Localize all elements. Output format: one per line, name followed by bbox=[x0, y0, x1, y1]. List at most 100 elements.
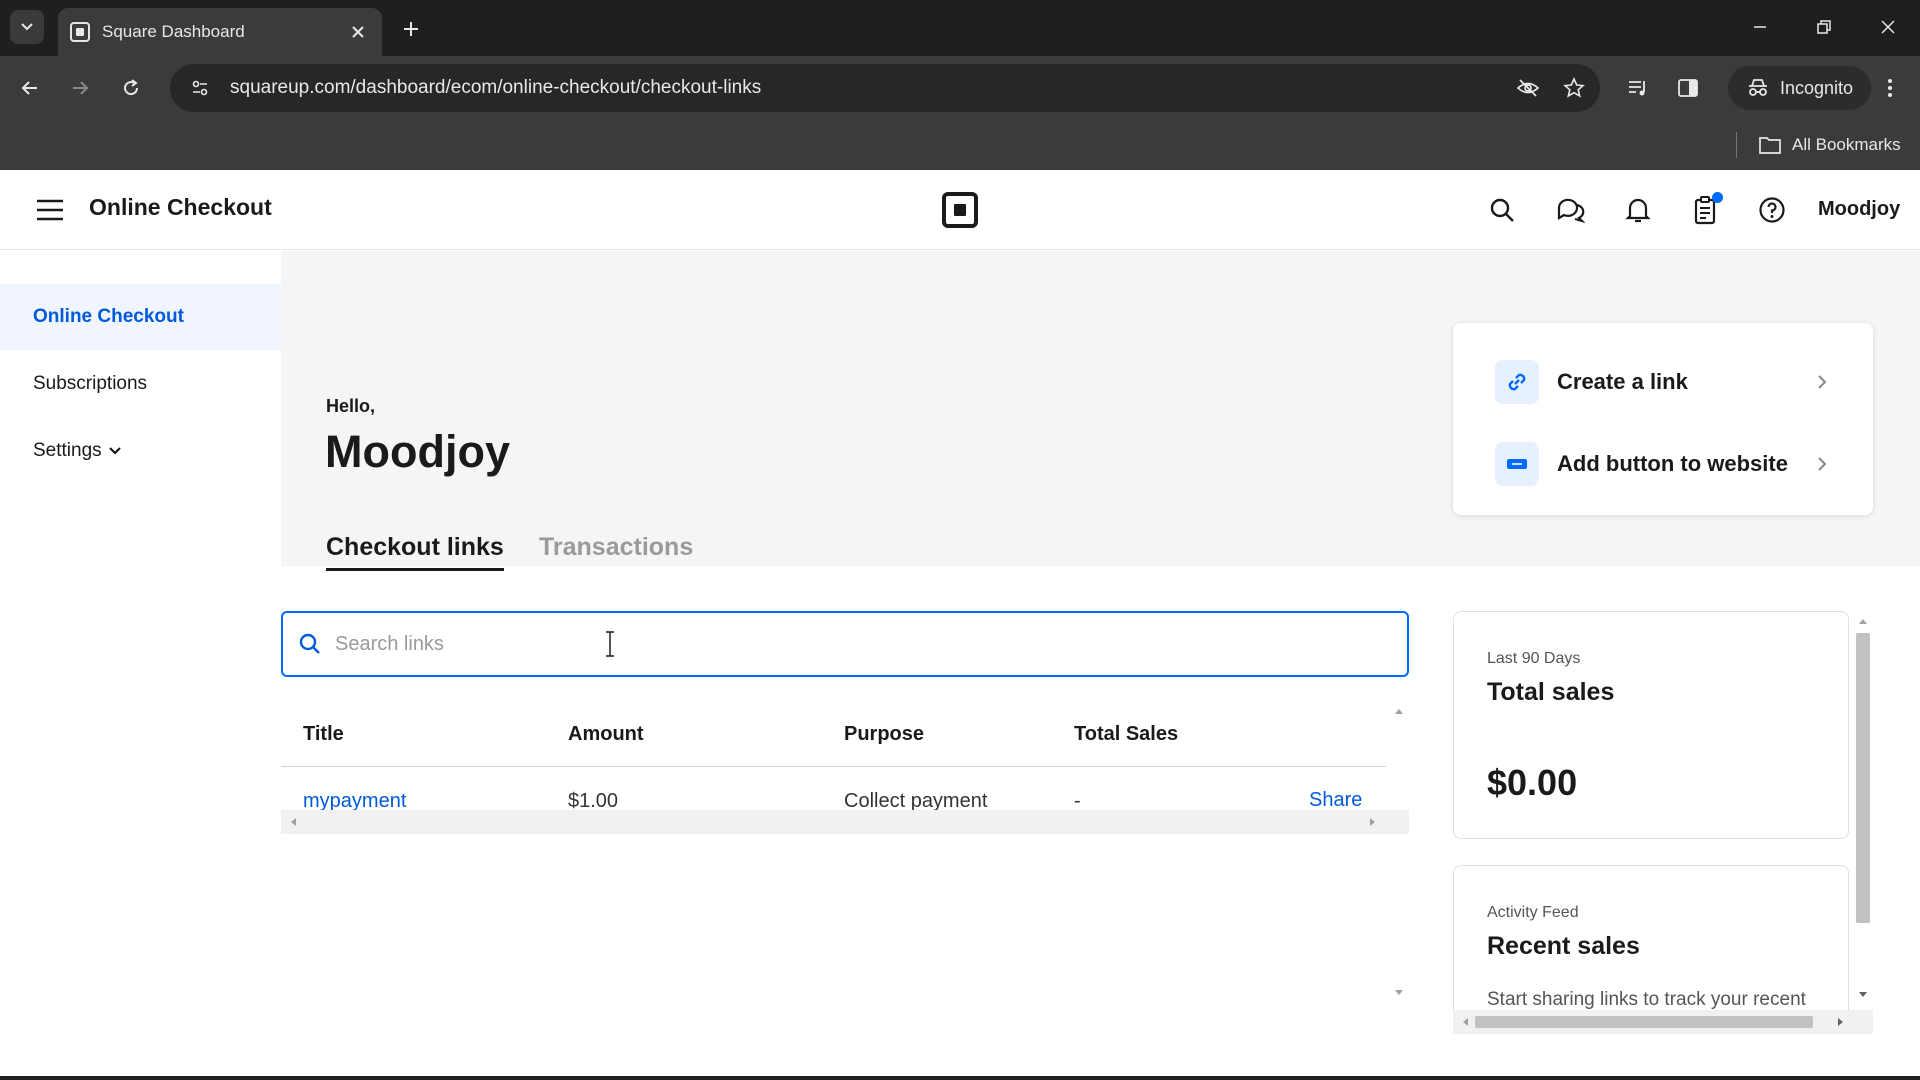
arrow-left-icon bbox=[21, 81, 37, 95]
account-menu[interactable]: Moodjoy bbox=[1818, 198, 1900, 221]
back-button[interactable] bbox=[10, 68, 50, 108]
plus-icon bbox=[404, 22, 418, 36]
site-settings-icon[interactable] bbox=[180, 68, 220, 108]
table-header: Title Amount Purpose Total Sales bbox=[281, 701, 1386, 767]
all-bookmarks-label: All Bookmarks bbox=[1792, 135, 1901, 154]
browser-menu-button[interactable] bbox=[1870, 68, 1910, 108]
forward-button[interactable] bbox=[60, 68, 100, 108]
media-controls-button[interactable] bbox=[1618, 68, 1658, 108]
table-vertical-scrollbar[interactable] bbox=[1388, 701, 1409, 1011]
activity-text: Start sharing links to track your recent bbox=[1487, 989, 1806, 1010]
sidebar-item-settings[interactable]: Settings bbox=[0, 418, 281, 484]
star-icon[interactable] bbox=[1554, 68, 1594, 108]
hamburger-icon bbox=[37, 199, 63, 221]
sidebar-item-label: Subscriptions bbox=[33, 373, 148, 394]
help-button[interactable] bbox=[1752, 190, 1792, 230]
minimize-icon bbox=[1754, 26, 1766, 28]
side-panel-icon bbox=[1678, 79, 1698, 97]
incognito-label: Incognito bbox=[1780, 77, 1854, 98]
hero-section: Hello, Moodjoy Checkout links Transactio… bbox=[281, 251, 1920, 571]
tab-checkout-links[interactable]: Checkout links bbox=[326, 533, 504, 571]
search-button[interactable] bbox=[1482, 190, 1522, 230]
minimize-button[interactable] bbox=[1740, 10, 1780, 44]
sidebar-item-online-checkout[interactable]: Online Checkout bbox=[0, 284, 281, 350]
restore-icon bbox=[1817, 20, 1831, 34]
restore-button[interactable] bbox=[1804, 10, 1844, 44]
scrollbar-thumb[interactable] bbox=[1856, 633, 1870, 923]
total-sales-card: Last 90 Days Total sales $0.00 bbox=[1453, 611, 1849, 839]
bookmarks-bar: All Bookmarks bbox=[0, 120, 1920, 170]
search-icon bbox=[1490, 198, 1514, 222]
app-header: Online Checkout Moodjoy bbox=[0, 170, 1920, 250]
scroll-right-icon[interactable] bbox=[1833, 1014, 1849, 1030]
scroll-up-icon[interactable] bbox=[1855, 613, 1871, 629]
tab-transactions[interactable]: Transactions bbox=[539, 533, 693, 568]
orders-button[interactable] bbox=[1685, 190, 1725, 230]
add-button-to-website-action[interactable]: Add button to website bbox=[1453, 429, 1873, 499]
menu-button[interactable] bbox=[30, 192, 70, 228]
quick-actions-card: Create a link Add button to website bbox=[1453, 323, 1873, 515]
messages-button[interactable] bbox=[1550, 190, 1590, 230]
checkout-links-table: Title Amount Purpose Total Sales mypayme… bbox=[281, 701, 1409, 1011]
browser-toolbar: squareup.com/dashboard/ecom/online-check… bbox=[0, 56, 1920, 120]
merchant-name: Moodjoy bbox=[325, 426, 510, 477]
side-panel-button[interactable] bbox=[1668, 68, 1708, 108]
chevron-right-icon bbox=[1807, 367, 1837, 397]
search-input[interactable] bbox=[335, 632, 1407, 656]
table-horizontal-scrollbar[interactable] bbox=[281, 810, 1409, 834]
activity-kicker: Activity Feed bbox=[1487, 904, 1579, 921]
sidebar-item-subscriptions[interactable]: Subscriptions bbox=[0, 351, 281, 417]
column-header-title[interactable]: Title bbox=[303, 723, 344, 746]
sales-title: Total sales bbox=[1487, 678, 1615, 706]
bell-icon bbox=[1625, 198, 1651, 223]
notifications-button[interactable] bbox=[1618, 190, 1658, 230]
recent-sales-card: Activity Feed Recent sales Start sharing… bbox=[1453, 865, 1849, 1010]
tab-close-icon[interactable] bbox=[346, 20, 370, 44]
new-tab-button[interactable] bbox=[396, 14, 426, 44]
text-cursor-icon bbox=[606, 631, 614, 657]
incognito-icon bbox=[1749, 79, 1767, 96]
scroll-left-icon[interactable] bbox=[1457, 1014, 1473, 1030]
reload-icon bbox=[124, 79, 139, 96]
window-bottom-edge bbox=[0, 1076, 1920, 1080]
create-link-action[interactable]: Create a link bbox=[1453, 347, 1873, 417]
square-logo-icon[interactable] bbox=[942, 192, 978, 228]
sidebar-item-label: Online Checkout bbox=[33, 306, 184, 327]
column-header-amount[interactable]: Amount bbox=[568, 723, 644, 746]
folder-icon bbox=[1759, 137, 1781, 154]
share-link-button[interactable]: Share bbox=[1309, 789, 1362, 812]
scroll-down-icon[interactable] bbox=[1855, 987, 1871, 1003]
search-links-field[interactable] bbox=[281, 611, 1409, 677]
chevron-right-icon bbox=[1807, 449, 1837, 479]
tab-title: Square Dashboard bbox=[102, 22, 245, 41]
incognito-indicator[interactable]: Incognito bbox=[1728, 66, 1872, 110]
scroll-up-icon[interactable] bbox=[1391, 703, 1407, 719]
address-bar[interactable]: squareup.com/dashboard/ecom/online-check… bbox=[170, 64, 1600, 112]
column-header-total-sales[interactable]: Total Sales bbox=[1074, 723, 1178, 746]
right-panel-horizontal-scrollbar[interactable] bbox=[1453, 1010, 1873, 1034]
eye-off-icon[interactable] bbox=[1508, 68, 1548, 108]
sales-period: Last 90 Days bbox=[1487, 650, 1581, 667]
browser-tabstrip: Square Dashboard bbox=[0, 0, 1920, 56]
scroll-down-icon[interactable] bbox=[1391, 985, 1407, 1001]
scroll-right-icon[interactable] bbox=[1365, 814, 1381, 830]
sidebar-item-label: Settings bbox=[33, 440, 102, 461]
arrow-right-icon bbox=[73, 81, 89, 95]
tab-search-button[interactable] bbox=[10, 10, 44, 44]
link-icon bbox=[1495, 360, 1539, 404]
scrollbar-thumb[interactable] bbox=[1475, 1016, 1813, 1028]
reload-button[interactable] bbox=[111, 68, 151, 108]
main-content: Hello, Moodjoy Checkout links Transactio… bbox=[281, 251, 1920, 1080]
activity-title: Recent sales bbox=[1487, 932, 1640, 960]
all-bookmarks-button[interactable]: All Bookmarks bbox=[1758, 128, 1901, 162]
column-header-purpose[interactable]: Purpose bbox=[844, 723, 924, 746]
chevron-down-icon bbox=[108, 446, 122, 456]
right-panel-vertical-scrollbar[interactable] bbox=[1853, 611, 1873, 1006]
url-text: squareup.com/dashboard/ecom/online-check… bbox=[230, 77, 762, 98]
action-label: Add button to website bbox=[1557, 451, 1788, 476]
chat-icon bbox=[1557, 198, 1585, 224]
close-window-button[interactable] bbox=[1868, 10, 1908, 44]
scroll-left-icon[interactable] bbox=[285, 814, 301, 830]
browser-tab[interactable]: Square Dashboard bbox=[58, 8, 382, 56]
help-icon bbox=[1759, 197, 1785, 223]
